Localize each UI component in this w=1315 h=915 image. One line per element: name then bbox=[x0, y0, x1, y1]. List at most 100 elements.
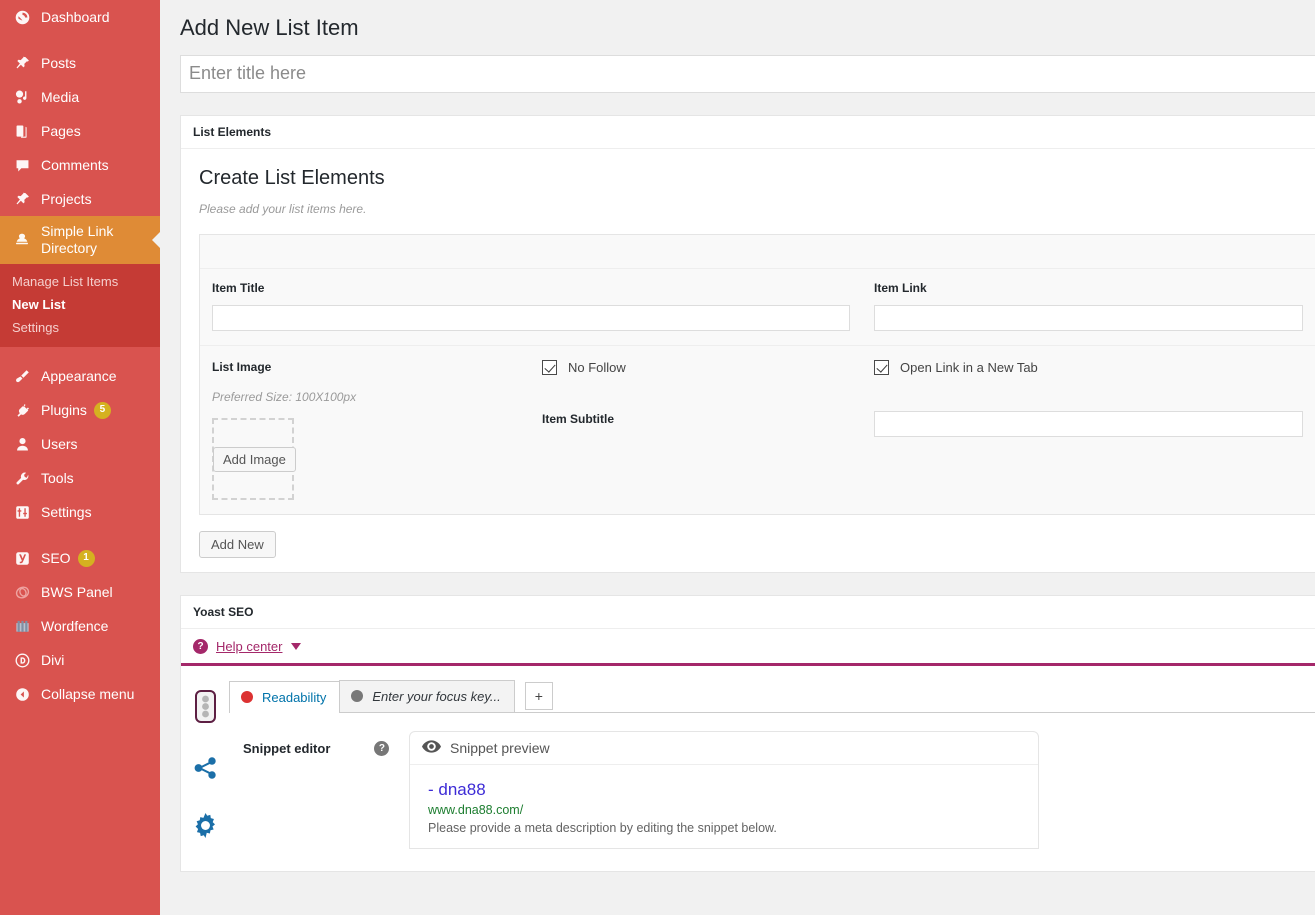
list-element-editor: Item Title Item Link List Image Preferre bbox=[199, 234, 1315, 515]
snippet-preview-card: Snippet preview - dna88 www.dna88.com/ P… bbox=[409, 731, 1039, 850]
page-title: Add New List Item bbox=[160, 0, 1315, 55]
yoast-main-panel: Readability Enter your focus key... + Sn… bbox=[229, 680, 1315, 871]
sidebar-item-settings[interactable]: Settings bbox=[0, 495, 160, 529]
yoast-tab-bar: Readability Enter your focus key... + bbox=[229, 680, 1315, 713]
image-dropzone[interactable]: Add Image bbox=[212, 418, 294, 500]
pin-icon bbox=[12, 191, 32, 208]
focus-keyword-status-dot bbox=[351, 690, 363, 702]
dashboard-icon bbox=[12, 9, 32, 26]
sidebar-item-appearance[interactable]: Appearance bbox=[0, 359, 160, 393]
help-center-link[interactable]: Help center bbox=[216, 639, 282, 654]
traffic-light-icon[interactable] bbox=[195, 690, 216, 726]
item-subtitle-input[interactable] bbox=[874, 411, 1303, 437]
snippet-preview-result: - dna88 www.dna88.com/ Please provide a … bbox=[410, 765, 1038, 849]
tab-readability[interactable]: Readability bbox=[229, 681, 340, 713]
sidebar-item-label: Tools bbox=[41, 469, 74, 487]
sidebar-item-posts[interactable]: Posts bbox=[0, 46, 160, 80]
snippet-preview-description: Please provide a meta description by edi… bbox=[428, 819, 1024, 838]
yoast-help-center-bar: ? Help center bbox=[181, 629, 1315, 666]
section-note: Please add your list items here. bbox=[199, 202, 1315, 216]
postbox-header-list-elements: List Elements bbox=[181, 116, 1315, 149]
snippet-editor-area: Snippet editor ? bbox=[229, 713, 1315, 850]
sidebar-item-label: Comments bbox=[41, 156, 109, 174]
user-icon bbox=[12, 436, 32, 453]
gear-icon[interactable] bbox=[193, 813, 218, 841]
no-follow-label: No Follow bbox=[568, 360, 626, 375]
no-follow-group: No Follow Item Subtitle bbox=[530, 346, 862, 514]
sidebar-item-sld-settings[interactable]: Settings bbox=[0, 316, 160, 339]
wordfence-icon bbox=[12, 618, 32, 635]
item-subtitle-label: Item Subtitle bbox=[542, 412, 850, 426]
sidebar-item-label: Media bbox=[41, 88, 79, 106]
active-arrow-indicator bbox=[152, 231, 160, 249]
sidebar-item-label: Wordfence bbox=[41, 617, 108, 635]
sidebar-item-label: Appearance bbox=[41, 367, 117, 385]
snippet-preview-label: Snippet preview bbox=[450, 740, 550, 756]
yoast-seo-postbox: Yoast SEO ? Help center bbox=[180, 595, 1315, 872]
sliders-icon bbox=[12, 504, 32, 521]
chevron-down-icon[interactable] bbox=[291, 643, 301, 650]
sidebar-item-divi[interactable]: Divi bbox=[0, 643, 160, 677]
item-title-label: Item Title bbox=[212, 281, 850, 295]
yoast-body: Readability Enter your focus key... + Sn… bbox=[181, 666, 1315, 871]
sidebar-item-media[interactable]: Media bbox=[0, 80, 160, 114]
sidebar-item-collapse-menu[interactable]: Collapse menu bbox=[0, 677, 160, 711]
open-new-tab-checkbox[interactable] bbox=[874, 360, 889, 375]
sidebar-item-label: SEO bbox=[41, 549, 71, 567]
sidebar-item-comments[interactable]: Comments bbox=[0, 148, 160, 182]
element-toolbar-strip bbox=[200, 235, 1315, 269]
element-row-titles: Item Title Item Link bbox=[200, 269, 1315, 345]
sidebar-item-projects[interactable]: Projects bbox=[0, 182, 160, 216]
yoast-icon bbox=[12, 550, 32, 567]
no-follow-checkbox-row[interactable]: No Follow bbox=[542, 360, 850, 375]
sidebar-item-users[interactable]: Users bbox=[0, 427, 160, 461]
snippet-preview-title[interactable]: - dna88 bbox=[428, 779, 1024, 801]
sidebar-item-label: Users bbox=[41, 435, 78, 453]
sidebar-item-label: Collapse menu bbox=[41, 685, 134, 703]
list-image-group: List Image Preferred Size: 100X100px Add… bbox=[200, 346, 530, 514]
add-new-element-button[interactable]: Add New bbox=[199, 531, 276, 558]
item-link-input[interactable] bbox=[874, 305, 1303, 331]
sidebar-item-label: BWS Panel bbox=[41, 583, 113, 601]
sidebar-item-manage-list-items[interactable]: Manage List Items bbox=[0, 270, 160, 293]
sidebar-item-new-list[interactable]: New List bbox=[0, 293, 160, 316]
link-directory-icon bbox=[12, 231, 32, 249]
plugin-icon bbox=[12, 402, 32, 419]
open-new-tab-checkbox-row[interactable]: Open Link in a New Tab bbox=[874, 360, 1303, 375]
collapse-icon bbox=[12, 686, 32, 703]
media-icon bbox=[12, 89, 32, 106]
sidebar-item-label: Pages bbox=[41, 122, 81, 140]
item-title-input[interactable] bbox=[212, 305, 850, 331]
sidebar-submenu: Manage List Items New List Settings bbox=[0, 264, 160, 347]
eye-icon bbox=[422, 740, 441, 756]
help-question-icon[interactable]: ? bbox=[374, 741, 389, 756]
snippet-preview-header: Snippet preview bbox=[410, 732, 1038, 765]
post-title-input[interactable] bbox=[180, 55, 1315, 93]
yoast-icon-rail bbox=[181, 680, 229, 871]
sidebar-item-pages[interactable]: Pages bbox=[0, 114, 160, 148]
add-keyword-tab-button[interactable]: + bbox=[525, 682, 553, 710]
bws-icon bbox=[12, 584, 32, 601]
sidebar-item-tools[interactable]: Tools bbox=[0, 461, 160, 495]
brush-icon bbox=[12, 368, 32, 385]
item-link-group: Item Link bbox=[862, 269, 1315, 345]
sidebar-item-plugins[interactable]: Plugins 5 bbox=[0, 393, 160, 427]
sidebar-item-dashboard[interactable]: Dashboard bbox=[0, 0, 160, 34]
sidebar-item-seo[interactable]: SEO 1 bbox=[0, 541, 160, 575]
share-icon[interactable] bbox=[193, 756, 218, 783]
question-mark-icon: ? bbox=[193, 639, 208, 654]
sidebar-item-label: Settings bbox=[41, 503, 92, 521]
list-elements-postbox: List Elements Create List Elements Pleas… bbox=[180, 115, 1315, 573]
no-follow-checkbox[interactable] bbox=[542, 360, 557, 375]
main-content: Add New List Item List Elements Create L… bbox=[160, 0, 1315, 915]
snippet-editor-label: Snippet editor bbox=[243, 741, 330, 756]
sidebar-item-simple-link-directory[interactable]: Simple Link Directory bbox=[0, 216, 160, 264]
readability-status-dot bbox=[241, 691, 253, 703]
add-image-button[interactable]: Add Image bbox=[213, 447, 296, 472]
tab-focus-keyword[interactable]: Enter your focus key... bbox=[339, 680, 514, 712]
sidebar-item-wordfence[interactable]: Wordfence bbox=[0, 609, 160, 643]
preferred-size-note: Preferred Size: 100X100px bbox=[212, 390, 518, 404]
sidebar-item-bws-panel[interactable]: BWS Panel bbox=[0, 575, 160, 609]
comment-icon bbox=[12, 157, 32, 174]
tab-focus-keyword-label: Enter your focus key... bbox=[372, 689, 500, 704]
